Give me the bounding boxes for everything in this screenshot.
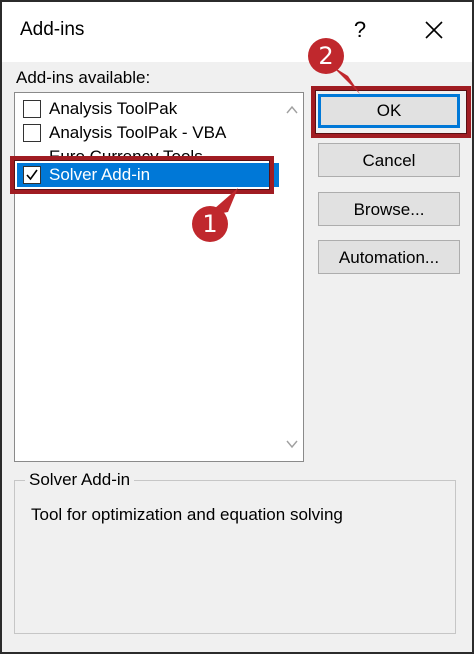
scroll-down-icon[interactable] [285,437,299,451]
add-ins-listbox[interactable]: Analysis ToolPak Analysis ToolPak - VBA … [14,92,304,462]
browse-button-label: Browse... [353,200,425,219]
add-ins-dialog: Add-ins ? Add-ins available: Analysis To… [0,0,474,654]
step-1-badge: 1 [192,206,228,242]
dialog-title: Add-ins [20,19,85,40]
browse-button[interactable]: Browse... [318,192,460,226]
listbox-scrollbar[interactable] [281,93,303,461]
highlight-box-ok [311,86,471,138]
description-group: Solver Add-in Tool for optimization and … [14,470,456,634]
description-text: Tool for optimization and equation solvi… [31,505,343,524]
step-2-badge: 2 [308,38,344,74]
title-bar: Add-ins ? [2,2,472,62]
highlight-box-solver [10,156,274,194]
add-ins-available-label: Add-ins available: [16,68,151,87]
checkbox-analysis-toolpak-vba[interactable] [23,124,41,142]
close-icon [425,21,443,39]
list-item-analysis-toolpak[interactable]: Analysis ToolPak [17,97,279,121]
description-title: Solver Add-in [25,470,135,490]
close-button[interactable] [414,10,454,50]
list-item-label: Analysis ToolPak [49,99,178,118]
automation-button-label: Automation... [338,248,440,267]
checkbox-analysis-toolpak[interactable] [23,100,41,118]
cancel-button[interactable]: Cancel [318,143,460,177]
help-button[interactable]: ? [340,10,380,50]
cancel-button-label: Cancel [362,151,416,170]
automation-button[interactable]: Automation... [318,240,460,274]
scroll-up-icon[interactable] [285,103,299,117]
list-item-label: Analysis ToolPak - VBA [49,123,227,142]
list-item-analysis-toolpak-vba[interactable]: Analysis ToolPak - VBA [17,121,279,145]
